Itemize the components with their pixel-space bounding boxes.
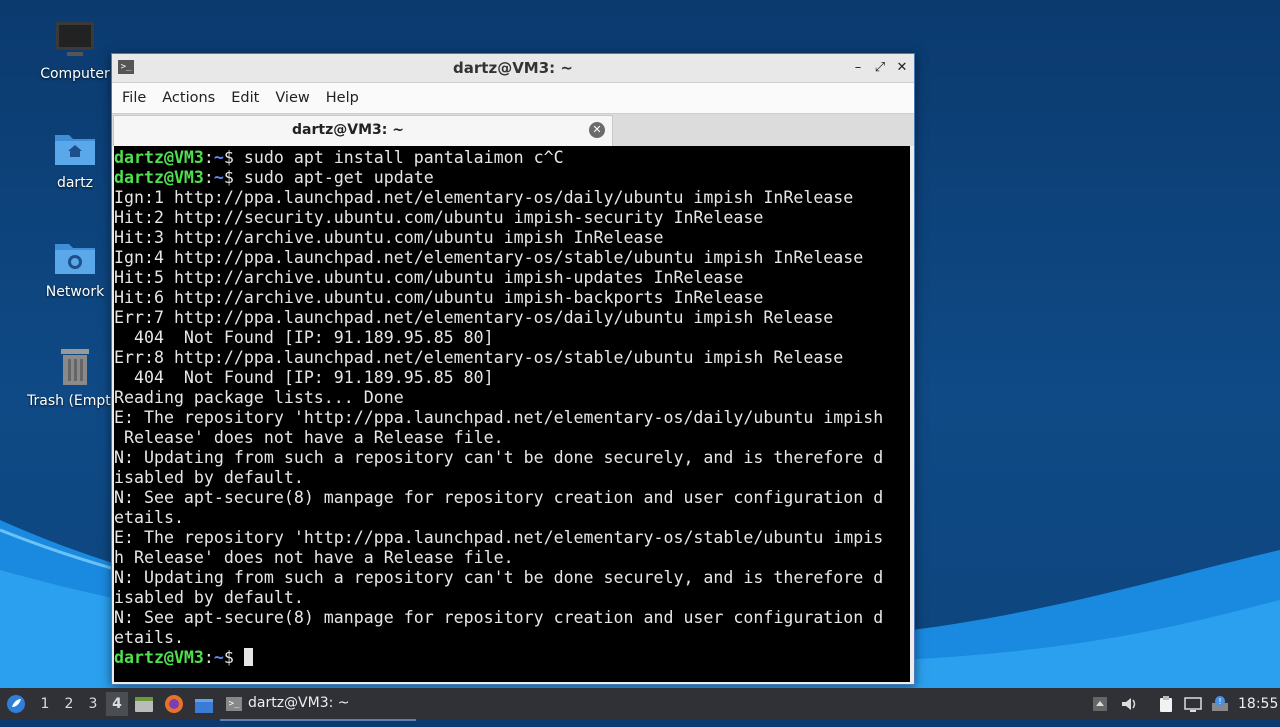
terminal-line: N: Updating from such a repository can't… <box>114 568 884 587</box>
terminal-line: Hit:3 http://archive.ubuntu.com/ubuntu i… <box>114 228 664 247</box>
terminal-task-icon: >_ <box>226 697 242 711</box>
terminal-line: Err:8 http://ppa.launchpad.net/elementar… <box>114 348 844 367</box>
terminal-line: dartz@VM3:~$ <box>114 648 910 668</box>
workspace-2[interactable]: 2 <box>58 692 80 716</box>
firefox-launcher-icon[interactable] <box>164 694 184 714</box>
desktop-icon-computer[interactable]: Computer <box>27 18 123 82</box>
terminal-line: N: See apt-secure(8) manpage for reposit… <box>114 488 884 507</box>
minimize-button[interactable]: – <box>848 58 868 78</box>
terminal-line: dartz@VM3:~$ sudo apt-get update <box>114 168 434 187</box>
volume-icon[interactable] <box>1120 695 1138 713</box>
terminal-line: E: The repository 'http://ppa.launchpad.… <box>114 528 884 547</box>
terminal-line: Reading package lists... Done <box>114 388 404 407</box>
maximize-button[interactable]: ⤢ <box>870 58 890 78</box>
clipboard-icon[interactable] <box>1157 695 1175 713</box>
terminal-line: h Release' does not have a Release file. <box>114 548 514 567</box>
tray-arrow-icon[interactable] <box>1091 695 1109 713</box>
taskbar: 1 2 3 4 >_ dartz@VM3: ~ ! 18:55 <box>0 688 1280 721</box>
desktop-icon-label: dartz <box>56 175 94 191</box>
menu-help[interactable]: Help <box>318 90 367 106</box>
terminal-line: E: The repository 'http://ppa.launchpad.… <box>114 408 884 427</box>
prompt-user: dartz@VM3 <box>114 148 204 167</box>
home-folder-icon <box>53 127 97 171</box>
terminal-line: N: See apt-secure(8) manpage for reposit… <box>114 608 884 627</box>
terminal-line: 404 Not Found [IP: 91.189.95.85 80] <box>114 368 494 387</box>
workspace-1[interactable]: 1 <box>34 692 56 716</box>
tab-close-icon[interactable]: ✕ <box>589 122 605 138</box>
window-title: dartz@VM3: ~ <box>453 59 573 77</box>
tab-bar: dartz@VM3: ~ ✕ <box>112 113 914 146</box>
terminal-line: Hit:6 http://archive.ubuntu.com/ubuntu i… <box>114 288 764 307</box>
menu-view[interactable]: View <box>267 90 317 106</box>
notification-icon[interactable]: ! <box>1211 695 1229 713</box>
desktop-icon-label: Network <box>45 284 105 300</box>
terminal-line: etails. <box>114 508 184 527</box>
prompt-user: dartz@VM3 <box>114 168 204 187</box>
network-folder-icon <box>53 236 97 280</box>
window-titlebar[interactable]: >_ dartz@VM3: ~ – ⤢ ✕ <box>112 54 914 83</box>
file-manager-launcher-icon[interactable] <box>134 694 154 714</box>
workspace-4[interactable]: 4 <box>106 692 128 716</box>
prompt-command: $ sudo apt install pantalaimon c^C <box>223 148 564 167</box>
show-desktop-icon[interactable] <box>194 695 214 713</box>
prompt-command: $ sudo apt-get update <box>223 168 434 187</box>
terminal-line: isabled by default. <box>114 588 304 607</box>
terminal-line: Hit:5 http://archive.ubuntu.com/ubuntu i… <box>114 268 744 287</box>
close-button[interactable]: ✕ <box>892 58 912 78</box>
terminal-line: Release' does not have a Release file. <box>114 428 504 447</box>
terminal-line: 404 Not Found [IP: 91.189.95.85 80] <box>114 328 494 347</box>
terminal-line: isabled by default. <box>114 468 304 487</box>
workspace-3[interactable]: 3 <box>82 692 104 716</box>
desktop-icon-network[interactable]: Network <box>27 236 123 300</box>
menu-edit[interactable]: Edit <box>223 90 267 106</box>
tab-terminal[interactable]: dartz@VM3: ~ ✕ <box>113 115 613 146</box>
tab-label: dartz@VM3: ~ <box>292 122 404 138</box>
menubar: File Actions Edit View Help <box>112 83 914 113</box>
menu-file[interactable]: File <box>114 90 154 106</box>
task-label: dartz@VM3: ~ <box>248 695 350 711</box>
desktop-icon-label: Trash (Empty) <box>27 393 125 409</box>
network-status-icon[interactable] <box>1184 695 1202 713</box>
terminal-line: Ign:1 http://ppa.launchpad.net/elementar… <box>114 188 854 207</box>
svg-text:!: ! <box>1218 697 1221 706</box>
terminal-output[interactable]: dartz@VM3:~$ sudo apt install pantalaimo… <box>114 146 910 682</box>
start-menu-icon[interactable] <box>6 694 26 714</box>
prompt-user: dartz@VM3 <box>114 648 204 667</box>
terminal-line: Ign:4 http://ppa.launchpad.net/elementar… <box>114 248 864 267</box>
terminal-line: N: Updating from such a repository can't… <box>114 448 884 467</box>
clock[interactable]: 18:55 <box>1238 688 1278 720</box>
terminal-cursor <box>243 648 253 666</box>
prompt-path: ~ <box>213 168 224 187</box>
computer-icon <box>53 18 97 62</box>
prompt-command: $ <box>223 648 244 667</box>
terminal-line: Err:7 http://ppa.launchpad.net/elementar… <box>114 308 834 327</box>
terminal-line: Hit:2 http://security.ubuntu.com/ubuntu … <box>114 208 764 227</box>
prompt-path: ~ <box>213 648 224 667</box>
prompt-path: ~ <box>213 148 224 167</box>
terminal-line: etails. <box>114 628 184 647</box>
trash-icon <box>53 345 97 389</box>
taskbar-task-terminal[interactable]: >_ dartz@VM3: ~ <box>220 689 416 721</box>
desktop-icon-home-folder[interactable]: dartz <box>27 127 123 191</box>
terminal-window[interactable]: >_ dartz@VM3: ~ – ⤢ ✕ File Actions Edit … <box>111 53 915 685</box>
desktop-icon-trash[interactable]: Trash (Empty) <box>27 345 125 409</box>
terminal-line: dartz@VM3:~$ sudo apt install pantalaimo… <box>114 148 564 167</box>
desktop-icon-label: Computer <box>40 66 110 82</box>
menu-actions[interactable]: Actions <box>154 90 223 106</box>
